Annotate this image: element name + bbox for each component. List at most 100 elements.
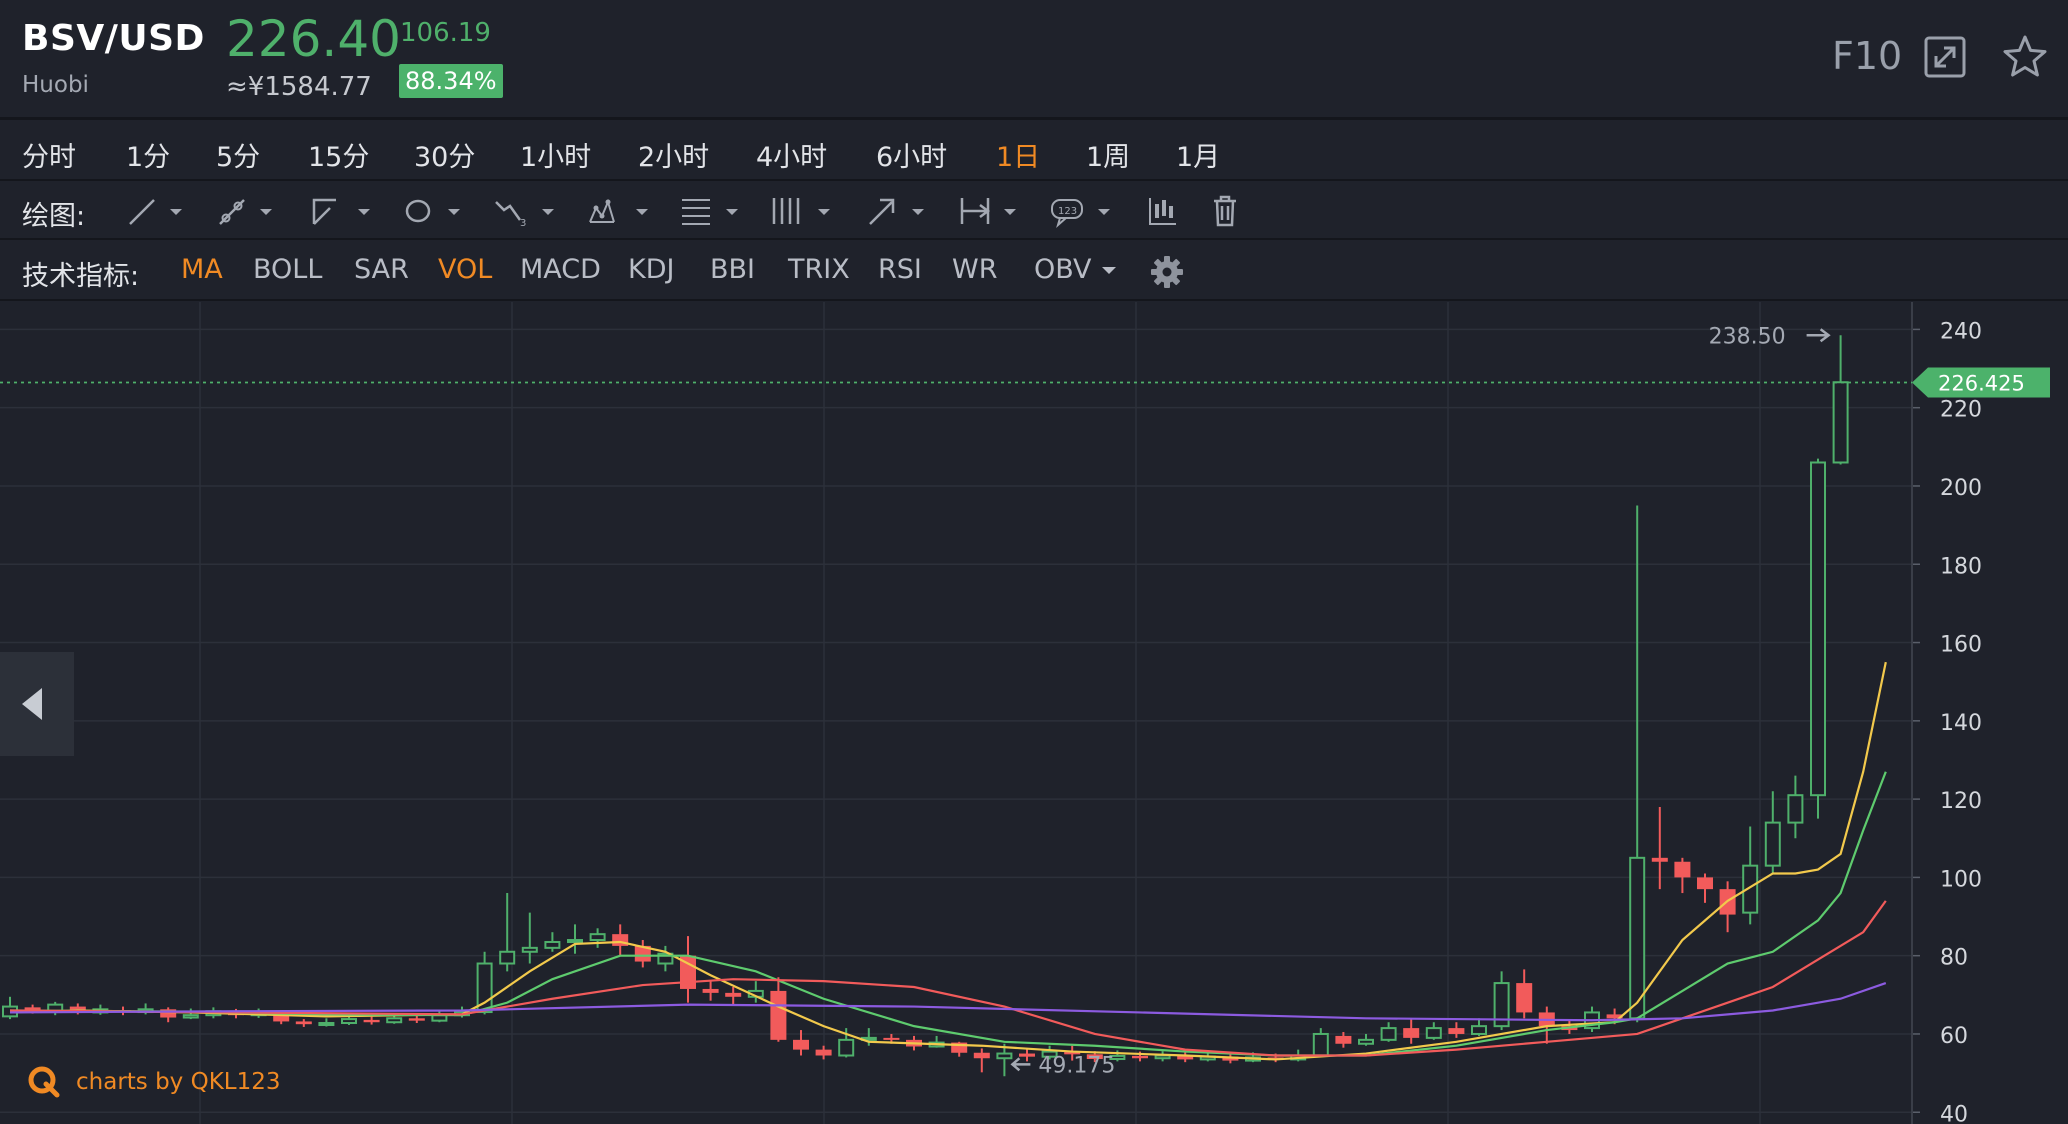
price-chart[interactable]: 40 60 80 100 120 140 160 180 200 220 240 226.425 238… xyxy=(0,302,2068,1124)
y-tick-label: 240 xyxy=(1940,319,1982,344)
exchange-name: Huobi xyxy=(22,72,89,98)
indicator-ma[interactable]: MA xyxy=(181,254,223,285)
pair-name: BSV/USD xyxy=(22,18,205,59)
timeframe-15m[interactable]: 15分 xyxy=(308,135,369,174)
candle-body-up xyxy=(1380,1027,1397,1041)
candle-body-up xyxy=(567,939,583,944)
f10-button[interactable]: F10 xyxy=(1832,34,1902,78)
y-tick-label: 60 xyxy=(1940,1024,1968,1049)
timeframe-1h[interactable]: 1小时 xyxy=(520,135,591,174)
candle-body-down xyxy=(1651,857,1668,862)
y-tick-label: 80 xyxy=(1940,946,1968,971)
timeframe-2h[interactable]: 2小时 xyxy=(638,135,709,174)
indicator-wr[interactable]: WR xyxy=(952,254,997,285)
candlestick-chart[interactable]: 40 60 80 100 120 140 160 180 200 220 240 226.425 238… xyxy=(0,302,2068,1124)
indicator-obv[interactable]: OBV xyxy=(1034,254,1118,285)
candle-body-down xyxy=(363,1019,380,1023)
y-tick-label: 40 xyxy=(1940,1102,1968,1124)
timeframe-1m[interactable]: 1分 xyxy=(126,135,170,174)
arrow-tool-icon[interactable] xyxy=(866,194,938,228)
candle-body-down xyxy=(815,1049,832,1056)
drawing-toolbar: 绘图: 3 123 xyxy=(0,182,2068,240)
ticker-header: BSV/USD Huobi 226.40 ≈¥1584.77 106.19 88… xyxy=(0,0,2068,120)
indicator-boll[interactable]: BOLL xyxy=(253,254,322,285)
fib-tool-icon[interactable] xyxy=(680,194,752,228)
timeframe-1w[interactable]: 1周 xyxy=(1086,135,1130,174)
indicator-rsi[interactable]: RSI xyxy=(878,254,922,285)
chevron-down-icon xyxy=(1102,266,1117,274)
indicator-label: 技术指标: xyxy=(22,261,140,292)
candle-body-down xyxy=(1403,1028,1420,1038)
y-tick-label: 140 xyxy=(1940,711,1982,736)
indicator-bar: 技术指标: MA BOLL SAR VOL MACD KDJ BBI TRIX … xyxy=(0,241,2068,301)
candle-body-up xyxy=(996,1052,1013,1060)
star-icon[interactable] xyxy=(2002,34,2048,80)
timeframe-30m[interactable]: 30分 xyxy=(414,135,475,174)
price-cny: ≈¥1584.77 xyxy=(226,72,372,102)
svg-text:123: 123 xyxy=(1058,206,1077,217)
candle-body-up xyxy=(318,1022,335,1027)
range-tool-icon[interactable] xyxy=(958,194,1030,228)
candle-body-up xyxy=(838,1038,855,1057)
indicator-vol[interactable]: VOL xyxy=(438,254,492,285)
chevron-left-icon xyxy=(22,688,42,720)
parallel-lines-icon[interactable] xyxy=(770,194,842,228)
candle-body-up xyxy=(1471,1025,1487,1035)
y-tick-label: 120 xyxy=(1940,789,1982,814)
ellipse-tool-icon[interactable] xyxy=(404,194,476,228)
indicator-macd[interactable]: MACD xyxy=(520,254,601,285)
candle-body-up xyxy=(1832,381,1849,464)
expand-icon[interactable] xyxy=(1924,36,1966,78)
candle-body-down xyxy=(973,1052,990,1059)
candle-body-down xyxy=(1019,1053,1035,1057)
indicator-obv-label: OBV xyxy=(1034,254,1092,285)
timeframe-1d[interactable]: 1日 xyxy=(996,135,1040,174)
candlestick-tool-icon[interactable] xyxy=(1146,194,1218,228)
high-price-label: 238.50 xyxy=(1709,324,1786,349)
candle-body-down xyxy=(1516,983,1533,1013)
candle-body-up xyxy=(182,1014,199,1019)
candle-body-down xyxy=(1335,1035,1352,1044)
timeframe-intraday[interactable]: 分时 xyxy=(22,135,76,174)
change-percent-badge: 88.34% xyxy=(399,64,503,98)
pattern-tool-icon[interactable] xyxy=(586,194,658,228)
label-tool-icon[interactable]: 123 xyxy=(1050,194,1122,228)
gear-icon[interactable] xyxy=(1150,255,1184,289)
candle-body-up xyxy=(521,946,538,953)
candle-body-down xyxy=(1448,1028,1465,1034)
current-price-label: 226.425 xyxy=(1938,372,2025,396)
indicator-sar[interactable]: SAR xyxy=(354,254,409,285)
polyline-tool-icon[interactable] xyxy=(308,194,380,228)
price-change: 106.19 xyxy=(400,18,491,48)
candle-body-down xyxy=(1132,1055,1148,1059)
qkl-logo-icon xyxy=(28,1066,60,1098)
candle-body-up xyxy=(386,1017,403,1024)
candle-body-up xyxy=(1764,821,1781,867)
timeframe-6h[interactable]: 6小时 xyxy=(876,135,947,174)
svg-text:3: 3 xyxy=(520,218,526,228)
candle-body-down xyxy=(408,1018,425,1021)
segment-tool-icon[interactable] xyxy=(216,194,288,228)
candle-body-down xyxy=(1674,861,1691,878)
timeframe-5m[interactable]: 5分 xyxy=(216,135,260,174)
timeframe-4h[interactable]: 4小时 xyxy=(756,135,827,174)
drawing-label: 绘图: xyxy=(22,201,86,232)
candle-body-up xyxy=(1810,461,1826,797)
indicator-bbi[interactable]: BBI xyxy=(710,254,755,285)
candle-body-up xyxy=(1425,1027,1442,1039)
candle-body-up xyxy=(1787,794,1804,824)
y-tick-label: 220 xyxy=(1940,398,1982,423)
indicator-kdj[interactable]: KDJ xyxy=(628,254,674,285)
timeframe-bar: 分时 1分 5分 15分 30分 1小时 2小时 4小时 6小时 1日 1周 1… xyxy=(0,123,2068,181)
trash-icon[interactable] xyxy=(1210,194,1282,228)
timeframe-1mo[interactable]: 1月 xyxy=(1176,135,1220,174)
collapse-left-button[interactable] xyxy=(0,652,74,756)
wave-tool-icon[interactable]: 3 xyxy=(494,194,566,228)
line-tool-icon[interactable] xyxy=(126,194,198,228)
indicator-trix[interactable]: TRIX xyxy=(788,254,850,285)
low-price-label: 49.175 xyxy=(1038,1053,1115,1078)
high-arrow-icon xyxy=(1806,328,1831,343)
y-tick-label: 160 xyxy=(1940,633,1982,658)
y-tick-label: 200 xyxy=(1940,476,1982,501)
candle-body-down xyxy=(295,1021,312,1025)
